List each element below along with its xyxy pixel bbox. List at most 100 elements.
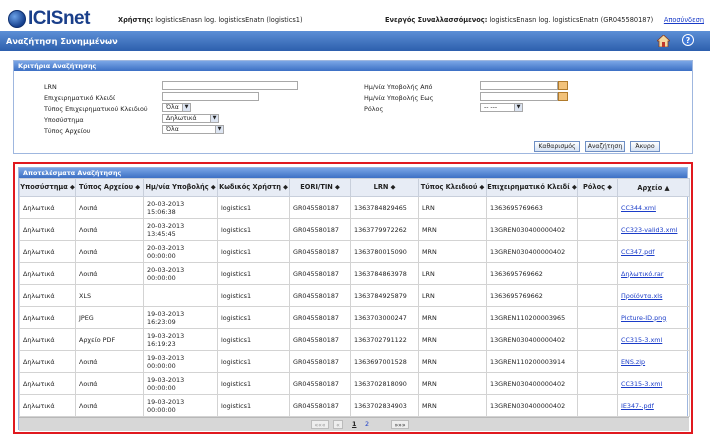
party-value: logisticsEnasn log. logisticsEnatn (GR04… — [489, 16, 654, 24]
date-to-input[interactable] — [480, 92, 558, 101]
file-link[interactable]: CC347.pdf — [617, 240, 690, 263]
key-type-select[interactable]: Όλα ▼ — [162, 103, 191, 112]
table-cell: GR045580187 — [289, 218, 351, 241]
table-cell: 1363784829465 — [350, 196, 419, 219]
help-icon[interactable]: ? — [682, 34, 694, 46]
results-heading: Αποτελέσματα Αναζήτησης — [19, 168, 687, 178]
first-page-button[interactable]: ««« — [311, 420, 329, 429]
search-button[interactable]: Αναζήτηση — [585, 141, 625, 152]
date-from-label: Ημ/νία Υποβολής Από — [364, 83, 433, 91]
table-cell: Δηλωτικά — [19, 240, 76, 263]
column-header[interactable]: Επιχειρηματικό Κλειδί ⬥ — [486, 178, 578, 197]
chevron-down-icon: ▼ — [215, 126, 223, 133]
table-cell: logistics1 — [217, 328, 290, 351]
table-cell: Δηλωτικά — [19, 394, 76, 417]
subsystem-select[interactable]: Δηλωτικά ▼ — [162, 114, 219, 123]
table-cell: MRN — [418, 240, 487, 263]
table-cell — [577, 218, 618, 241]
date-from-input[interactable] — [480, 81, 558, 90]
table-cell: 1363784925879 — [350, 284, 419, 307]
top-bar: ICISnet Χρήστης: logisticsEnasn log. log… — [0, 0, 710, 30]
file-link[interactable]: IE347-.pdf — [617, 394, 690, 417]
table-cell: 13GREN030400000402 — [486, 372, 578, 395]
table-cell: GR045580187 — [289, 284, 351, 307]
table-cell: Δηλωτικά — [19, 328, 76, 351]
table-cell: GR045580187 — [289, 350, 351, 373]
file-link[interactable]: Picture-ID.png — [617, 306, 690, 329]
cancel-button[interactable]: Άκυρο — [630, 141, 660, 152]
column-header[interactable]: Ρόλος ⬥ — [577, 178, 618, 197]
table-cell: logistics1 — [217, 240, 290, 263]
subsystem-label: Υποσύστημα — [44, 116, 84, 124]
lrn-input[interactable] — [162, 81, 298, 90]
table-cell: 13GREN110200003914 — [486, 350, 578, 373]
file-link[interactable]: ENS.zip — [617, 350, 690, 373]
table-row: Δηλωτικά Λοιπά 20-03-2013 15:06:38 logistic… — [19, 196, 690, 219]
table-cell — [577, 372, 618, 395]
table-cell: logistics1 — [217, 306, 290, 329]
role-label: Ρόλος — [364, 105, 384, 113]
page-title: Αναζήτηση Συνημμένων — [0, 31, 710, 51]
table-cell: Δηλωτικά — [19, 284, 76, 307]
table-cell: 1363703000247 — [350, 306, 419, 329]
table-cell — [577, 262, 618, 285]
table-cell: Λοιπά — [75, 262, 144, 285]
table-cell: XLS — [75, 284, 144, 307]
column-header[interactable]: Αρχείο ▲ — [617, 178, 690, 197]
table-row: Δηλωτικά Λοιπά 19-03-2013 00:00:00 logistic… — [19, 372, 690, 395]
clear-button[interactable]: Καθαρισμός — [534, 141, 580, 152]
file-link[interactable]: CC315-3.xml — [617, 328, 690, 351]
home-icon[interactable] — [657, 35, 670, 47]
file-type-select[interactable]: Όλα ▼ — [162, 125, 224, 134]
page-1-link[interactable]: 1 — [352, 420, 356, 429]
last-page-button[interactable]: »»» — [391, 420, 409, 429]
table-cell: MRN — [418, 328, 487, 351]
table-cell: 19-03-2013 16:23:09 — [143, 306, 218, 329]
table-cell: logistics1 — [217, 394, 290, 417]
table-row: Δηλωτικά Λοιπά 19-03-2013 00:00:00 logistic… — [19, 394, 690, 417]
column-header[interactable]: Τύπος Κλειδιού ⬥ — [418, 178, 487, 197]
table-cell: 1363780015090 — [350, 240, 419, 263]
column-header[interactable]: LRN ⬥ — [350, 178, 419, 197]
table-cell: 13GREN030400000402 — [486, 240, 578, 263]
table-cell: LRN — [418, 262, 487, 285]
role-select[interactable]: -- --- ▼ — [480, 103, 523, 112]
table-cell: 1363702834903 — [350, 394, 419, 417]
logout-link[interactable]: Αποσύνδεση — [664, 16, 704, 24]
table-cell: 1363779972262 — [350, 218, 419, 241]
table-cell: 13GREN110200003965 — [486, 306, 578, 329]
table-cell: LRN — [418, 284, 487, 307]
table-cell — [577, 240, 618, 263]
calendar-icon[interactable] — [558, 92, 568, 101]
table-cell: logistics1 — [217, 218, 290, 241]
column-header[interactable]: EORI/TIN ⬥ — [289, 178, 351, 197]
table-header-row: Υποσύστημα ⬥ Τύπος Αρχείου ⬥ Ημ/νία Υποβολ… — [19, 178, 690, 197]
table-cell: MRN — [418, 372, 487, 395]
table-cell: 13GREN030400000402 — [486, 328, 578, 351]
table-cell: logistics1 — [217, 284, 290, 307]
column-header[interactable]: Υποσύστημα ⬥ — [19, 178, 76, 197]
table-cell: 19-03-2013 00:00:00 — [143, 372, 218, 395]
table-cell: JPEG — [75, 306, 144, 329]
file-link[interactable]: CC344.xml — [617, 196, 690, 219]
table-cell: logistics1 — [217, 196, 290, 219]
file-link[interactable]: Δηλωτικό.rar — [617, 262, 690, 285]
business-key-input[interactable] — [162, 92, 259, 101]
column-header[interactable]: Ημ/νία Υποβολής ⬥ — [143, 178, 218, 197]
brand-name: ICISnet — [28, 8, 90, 29]
file-link[interactable]: Προϊόντα.xls — [617, 284, 690, 307]
calendar-icon[interactable] — [558, 81, 568, 90]
table-row: Δηλωτικά JPEG 19-03-2013 16:23:09 logistics… — [19, 306, 690, 329]
column-header[interactable]: Τύπος Αρχείου ⬥ — [75, 178, 144, 197]
column-header[interactable]: Κωδικός Χρήστη ⬥ — [217, 178, 290, 197]
table-cell: 19-03-2013 16:19:23 — [143, 328, 218, 351]
table-cell: 20-03-2013 00:00:00 — [143, 262, 218, 285]
prev-page-button[interactable]: « — [333, 420, 343, 429]
page-2-link[interactable]: 2 — [365, 420, 369, 429]
table-cell — [143, 284, 218, 307]
file-link[interactable]: CC323-valid3.xml — [617, 218, 690, 241]
table-cell: 19-03-2013 00:00:00 — [143, 394, 218, 417]
table-cell: Λοιπά — [75, 394, 144, 417]
file-link[interactable]: CC315-3.xml — [617, 372, 690, 395]
table-cell: 1363702791122 — [350, 328, 419, 351]
